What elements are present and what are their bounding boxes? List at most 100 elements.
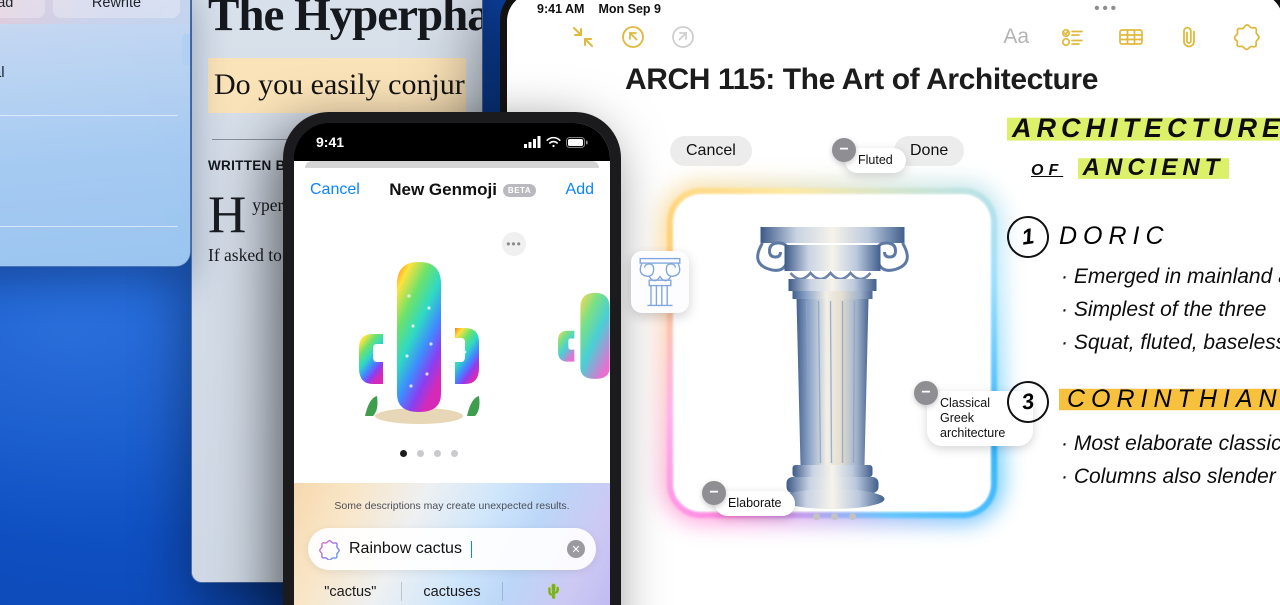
remove-tag-icon[interactable]: − — [914, 381, 938, 405]
genmoji-description-input[interactable]: Rainbow cactus ✕ — [308, 528, 596, 570]
page-dot[interactable] — [434, 450, 441, 457]
dynamic-island — [406, 130, 498, 154]
section-2-bullet-1: · Most elaborate classical order — [1061, 431, 1280, 456]
remove-tag-icon[interactable]: − — [832, 138, 856, 162]
menu-item-table[interactable]: Table — [0, 171, 190, 195]
input-text: Rainbow cactus — [349, 540, 462, 557]
collapse-arrows-icon[interactable] — [569, 23, 597, 51]
tag-elaborate[interactable]: − Elaborate — [702, 481, 795, 516]
bullet-text: Columns also slender with flutes — [1073, 465, 1280, 488]
image-cancel-button[interactable]: Cancel — [670, 136, 752, 166]
notes-section-1: 1 DORIC — [1004, 213, 1280, 261]
genmoji-page-dots[interactable] — [400, 450, 458, 457]
rewrite-button[interactable]: Rewrite — [53, 0, 180, 18]
wifi-icon — [546, 136, 561, 148]
more-dots-icon[interactable]: ••• — [502, 232, 526, 256]
page-dot[interactable] — [400, 450, 407, 457]
undo-icon[interactable] — [619, 23, 647, 51]
section-1-bullet-1: · Emerged in mainland and western Greece — [1061, 264, 1280, 289]
tag-fluted-label: Fluted — [858, 153, 893, 167]
ipad-status-date: Mon Sep 9 — [598, 1, 661, 16]
page-dot[interactable] — [451, 450, 458, 457]
bullet-text: Simplest of the three — [1073, 298, 1267, 321]
notes-subtitle-prefix: OF — [1031, 162, 1064, 179]
menu-divider-1 — [0, 115, 178, 116]
menu-item-summary[interactable]: Summary — [0, 123, 190, 147]
prediction-2[interactable]: 🌵 — [503, 583, 604, 600]
section-1-bullet-3: · Squat, fluted, baseless columns with r… — [1061, 330, 1280, 355]
grabber-dots-icon[interactable]: ••• — [1094, 0, 1119, 17]
beta-badge: BETA — [502, 183, 537, 197]
iphone-device: 9:41 Cancel New Genmoji BETA Add ••• Som… — [283, 112, 621, 605]
ipad-note-toolbar: Aa — [507, 17, 1280, 51]
proofread-button[interactable]: Proofread — [0, 0, 45, 18]
bullet-text: Most elaborate classical order — [1073, 432, 1280, 455]
genmoji-title-group: New Genmoji BETA — [360, 180, 566, 200]
ipad-note-title[interactable]: ARCH 115: The Art of Architecture — [507, 51, 1280, 97]
text-caret — [470, 540, 473, 558]
genmoji-navbar: Cancel New Genmoji BETA Add — [294, 168, 610, 208]
apple-intelligence-flower-icon[interactable] — [1233, 23, 1261, 51]
notes-title-line: ARCHITECTURE — [1007, 113, 1280, 144]
page-dot[interactable] — [849, 513, 856, 520]
clear-circle-icon[interactable]: ✕ — [567, 540, 585, 558]
rainbow-cactus-genmoji[interactable] — [339, 248, 499, 428]
genmoji-input-value[interactable]: Rainbow cactus — [349, 540, 462, 558]
cellular-bars-icon — [524, 136, 541, 148]
menu-item-friendly[interactable]: Friendly — [0, 36, 190, 60]
menu-item-professional[interactable]: Professional — [0, 60, 190, 84]
notes-subtitle-line: OF ANCIENT — [1007, 154, 1280, 182]
page-dot[interactable] — [831, 513, 838, 520]
apple-intelligence-flower-icon — [319, 539, 340, 560]
ipad-screen: 9:41 AM Mon Sep 9 ••• Aa ARCH 115: The A… — [507, 0, 1280, 605]
handwritten-notes: ARCHITECTURE OF ANCIENT 1 DORIC · Emerge… — [1004, 113, 1280, 489]
menu-item-compose[interactable]: Compose... — [0, 234, 190, 258]
section-2-number: 3 — [1004, 378, 1052, 426]
sheet-stack-background — [305, 161, 599, 168]
alternate-cactus-genmoji[interactable] — [552, 286, 610, 389]
iphone-status-bar: 9:41 — [294, 123, 610, 161]
menu-divider-2 — [0, 226, 178, 227]
page-dot[interactable] — [417, 450, 424, 457]
page-dot[interactable] — [813, 513, 820, 520]
section-2-heading: CORINTHIAN — [1059, 385, 1280, 414]
menu-item-concise[interactable]: Concise — [0, 84, 190, 108]
section-1-heading: DORIC — [1059, 222, 1170, 250]
notes-section-2: 3 CORINTHIAN — [1004, 378, 1280, 426]
writing-tools-actions: Proofread Rewrite — [0, 0, 190, 18]
menu-item-list[interactable]: List — [0, 195, 190, 219]
checklist-icon[interactable] — [1059, 23, 1087, 51]
battery-icon — [566, 136, 588, 148]
ipad-status-time: 9:41 AM — [537, 1, 585, 16]
menu-item-key-points[interactable]: Key Points — [0, 147, 190, 171]
text-format-button[interactable]: Aa — [1003, 25, 1029, 49]
writing-tools-panel[interactable]: Proofread Rewrite Friendly Professional … — [0, 0, 190, 266]
ionic-column-illustration[interactable] — [674, 195, 990, 511]
notes-title: ARCHITECTURE — [1007, 113, 1280, 144]
genmoji-add-button[interactable]: Add — [566, 181, 594, 199]
status-icons — [524, 136, 588, 148]
remove-tag-icon[interactable]: − — [702, 481, 726, 505]
prediction-1[interactable]: cactuses — [402, 584, 503, 600]
iphone-status-time: 9:41 — [316, 134, 345, 150]
writing-tools-menu: Friendly Professional Concise Summary Ke… — [0, 36, 190, 258]
ipad-status-bar: 9:41 AM Mon Sep 9 ••• — [507, 0, 1280, 17]
ipad-toolbar-right: Aa — [1003, 23, 1261, 51]
redo-icon[interactable] — [669, 23, 697, 51]
genmoji-cancel-button[interactable]: Cancel — [310, 181, 360, 199]
tag-fluted[interactable]: − Fluted — [832, 138, 906, 173]
section-1-number: 1 — [1004, 213, 1052, 261]
highlighted-paragraph: Do you easily conjure images? Perhaps yo… — [208, 58, 466, 113]
genmoji-title: New Genmoji — [389, 180, 497, 199]
prediction-0[interactable]: "cactus" — [300, 584, 401, 600]
section-2-bullet-2: · Columns also slender with flutes — [1061, 464, 1280, 489]
genmoji-disclaimer: Some descriptions may create unexpected … — [334, 500, 570, 512]
ionic-capital-thumbnail[interactable] — [631, 251, 689, 313]
drop-cap: H — [208, 191, 247, 244]
table-icon[interactable] — [1117, 23, 1145, 51]
genmoji-sheet: Cancel New Genmoji BETA Add ••• Some des… — [294, 168, 610, 605]
paperclip-icon[interactable] — [1175, 23, 1203, 51]
image-page-dots[interactable] — [813, 513, 856, 520]
keyboard-predictions: "cactus" cactuses 🌵 — [294, 582, 610, 601]
iphone-screen: 9:41 Cancel New Genmoji BETA Add ••• Som… — [294, 123, 610, 605]
